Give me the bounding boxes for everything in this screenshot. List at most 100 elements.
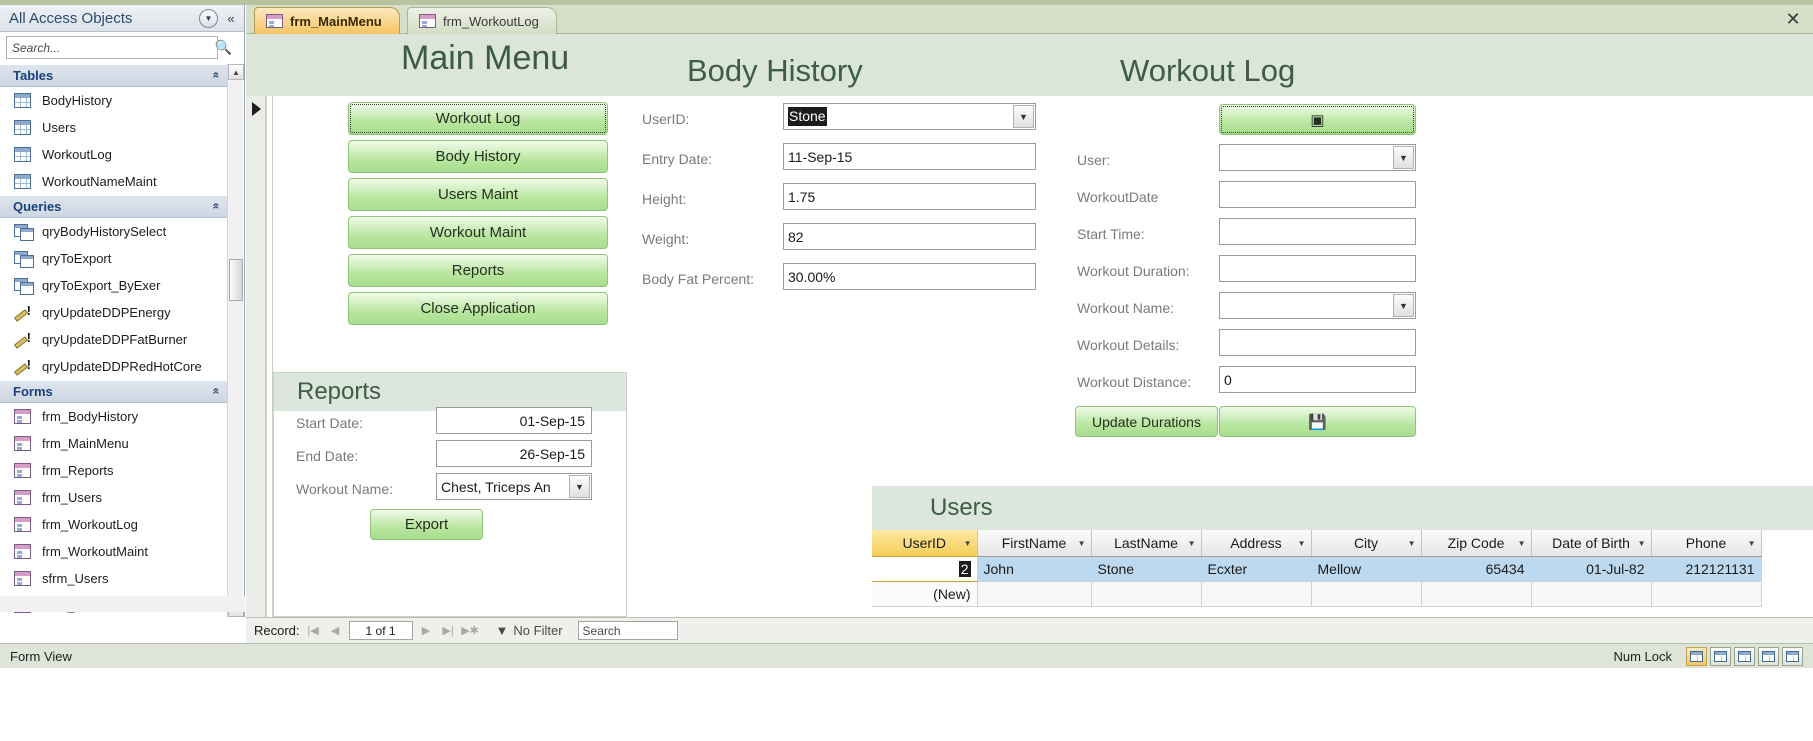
column-header-firstname[interactable]: FirstName ▼ xyxy=(977,530,1092,557)
user-dropdown-arrow[interactable]: ▼ xyxy=(1393,146,1414,169)
tab-frm-mainmenu[interactable]: frm_MainMenu xyxy=(254,7,400,34)
filter-status[interactable]: ▼ No Filter xyxy=(496,623,563,638)
workout-details-field[interactable] xyxy=(1219,329,1416,356)
update-durations-button[interactable]: Update Durations xyxy=(1075,406,1218,437)
table-cell[interactable]: 2 xyxy=(872,556,978,582)
nav-item-sfrm_users[interactable]: sfrm_Users xyxy=(0,565,228,592)
table-row[interactable]: 2 John Stone Ecxter Mellow 65434 01-Jul-82 2121… xyxy=(872,556,1762,582)
workout-name-dropdown-arrow[interactable]: ▼ xyxy=(1393,294,1414,317)
chevron-down-icon[interactable]: ▼ xyxy=(964,539,972,548)
record-selector-column[interactable] xyxy=(246,96,266,617)
nav-item-qryupdateddpredhotcore[interactable]: qryUpdateDDPRedHotCore xyxy=(0,353,228,380)
navigation-object-list[interactable]: Tables « BodyHistory Users WorkoutLog Workout… xyxy=(0,64,228,617)
first-record-button[interactable]: |◀ xyxy=(305,622,322,639)
height-field[interactable]: 1.75 xyxy=(783,183,1036,210)
new-record-button[interactable]: ▶✱ xyxy=(461,622,479,639)
navigation-horizontal-scrollbar[interactable] xyxy=(0,596,245,612)
pivot-table-view-button[interactable] xyxy=(1734,646,1755,666)
start-date-field[interactable]: 01-Sep-15 xyxy=(436,407,592,434)
column-header-zip-code[interactable]: Zip Code ▼ xyxy=(1421,530,1532,557)
layout-view-button[interactable] xyxy=(1758,646,1779,666)
users-maint-button[interactable]: Users Maint xyxy=(348,178,608,211)
end-date-field[interactable]: 26-Sep-15 xyxy=(436,440,592,467)
chevron-down-icon[interactable]: ▼ xyxy=(1638,539,1646,548)
previous-record-button[interactable]: ◀ xyxy=(327,622,344,639)
table-cell[interactable]: John xyxy=(977,556,1092,582)
nav-item-frm_users[interactable]: frm_Users xyxy=(0,484,228,511)
nav-item-qrybodyhistoryselect[interactable]: qryBodyHistorySelect xyxy=(0,218,228,245)
body-fat-percent-field[interactable]: 30.00% xyxy=(783,263,1036,290)
chevron-down-icon[interactable]: ▼ xyxy=(1518,539,1526,548)
reports-button[interactable]: Reports xyxy=(348,254,608,287)
entry-date-field[interactable]: 11-Sep-15 xyxy=(783,143,1036,170)
record-search-box[interactable]: Search xyxy=(577,621,678,640)
nav-item-frm_workoutlog[interactable]: frm_WorkoutLog xyxy=(0,511,228,538)
chevron-down-icon[interactable]: ▼ xyxy=(1078,539,1086,548)
column-header-userid[interactable]: UserID ▼ xyxy=(872,530,978,557)
report-workout-name-dropdown-arrow[interactable]: ▼ xyxy=(569,475,590,498)
table-row[interactable]: (New) xyxy=(872,581,1762,607)
workout-distance-field[interactable]: 0 xyxy=(1219,366,1416,393)
column-header-date-of-birth[interactable]: Date of Birth ▼ xyxy=(1531,530,1652,557)
userid-combo[interactable]: Stone ▼ xyxy=(783,103,1036,130)
table-cell[interactable] xyxy=(1201,581,1312,607)
nav-item-users[interactable]: Users xyxy=(0,114,228,141)
nav-item-qrytoexport[interactable]: qryToExport xyxy=(0,245,228,272)
start-time-field[interactable] xyxy=(1219,218,1416,245)
workoutdate-field[interactable] xyxy=(1219,181,1416,208)
nav-group-forms[interactable]: Forms « xyxy=(0,380,228,403)
chevron-down-icon[interactable]: ▼ xyxy=(1298,539,1306,548)
chevron-down-icon[interactable]: ▼ xyxy=(1408,539,1416,548)
close-window-button[interactable]: ✕ xyxy=(1782,8,1804,30)
nav-item-frm_bodyhistory[interactable]: frm_BodyHistory xyxy=(0,403,228,430)
table-cell[interactable] xyxy=(1651,581,1762,607)
nav-item-frm_workoutmaint[interactable]: frm_WorkoutMaint xyxy=(0,538,228,565)
table-cell[interactable] xyxy=(977,581,1092,607)
report-workout-name-combo[interactable]: Chest, Triceps An ▼ xyxy=(436,473,592,500)
table-cell[interactable] xyxy=(1091,581,1202,607)
workout-duration-field[interactable] xyxy=(1219,255,1416,282)
body-history-button[interactable]: Body History xyxy=(348,140,608,173)
users-datasheet-grid[interactable]: UserID ▼ FirstName ▼ LastName ▼ Address ▼ City ▼ Z… xyxy=(872,530,1813,607)
table-cell[interactable]: 01-Jul-82 xyxy=(1531,556,1652,582)
nav-item-workoutnamemaint[interactable]: WorkoutNameMaint xyxy=(0,168,228,195)
weight-field[interactable]: 82 xyxy=(783,223,1036,250)
new-workout-record-button[interactable]: ▣ xyxy=(1219,104,1416,135)
column-header-phone[interactable]: Phone ▼ xyxy=(1651,530,1762,557)
scrollbar-thumb[interactable] xyxy=(229,259,243,301)
column-header-address[interactable]: Address ▼ xyxy=(1201,530,1312,557)
navigation-pane-menu-button[interactable]: ▼ xyxy=(199,9,218,28)
workout-maint-button[interactable]: Workout Maint xyxy=(348,216,608,249)
column-header-city[interactable]: City ▼ xyxy=(1311,530,1422,557)
tab-frm-workoutlog[interactable]: frm_WorkoutLog xyxy=(407,7,557,34)
datasheet-view-button[interactable] xyxy=(1710,646,1731,666)
table-cell[interactable]: (New) xyxy=(872,581,978,607)
last-record-button[interactable]: ▶| xyxy=(440,622,457,639)
workout-name-combo[interactable]: ▼ xyxy=(1219,292,1416,319)
nav-item-workoutlog[interactable]: WorkoutLog xyxy=(0,141,228,168)
nav-group-queries[interactable]: Queries « xyxy=(0,195,228,218)
user-combo[interactable]: ▼ xyxy=(1219,144,1416,171)
nav-item-frm_mainmenu[interactable]: frm_MainMenu xyxy=(0,430,228,457)
double-chevron-up-icon[interactable]: « xyxy=(210,388,224,395)
search-icon[interactable]: 🔍 xyxy=(215,39,232,56)
navigation-search-input[interactable] xyxy=(6,36,218,59)
navigation-vertical-scrollbar[interactable]: ▲ ▼ xyxy=(227,64,244,617)
column-header-lastname[interactable]: LastName ▼ xyxy=(1091,530,1202,557)
table-cell[interactable] xyxy=(1311,581,1422,607)
record-position-box[interactable]: 1 of 1 xyxy=(348,621,413,640)
double-chevron-up-icon[interactable]: « xyxy=(210,203,224,210)
table-cell[interactable]: 65434 xyxy=(1421,556,1532,582)
nav-item-qryupdateddpenergy[interactable]: qryUpdateDDPEnergy xyxy=(0,299,228,326)
design-view-button[interactable] xyxy=(1782,646,1803,666)
chevron-down-icon[interactable]: ▼ xyxy=(1748,539,1756,548)
table-cell[interactable]: Stone xyxy=(1091,556,1202,582)
table-cell[interactable]: 212121131 xyxy=(1651,556,1762,582)
export-button[interactable]: Export xyxy=(370,509,483,540)
form-view-button[interactable] xyxy=(1686,646,1707,666)
close-application-button[interactable]: Close Application xyxy=(348,292,608,325)
scroll-up-button[interactable]: ▲ xyxy=(228,64,244,80)
nav-item-bodyhistory[interactable]: BodyHistory xyxy=(0,87,228,114)
chevron-down-icon[interactable]: ▼ xyxy=(1188,539,1196,548)
table-cell[interactable]: Ecxter xyxy=(1201,556,1312,582)
